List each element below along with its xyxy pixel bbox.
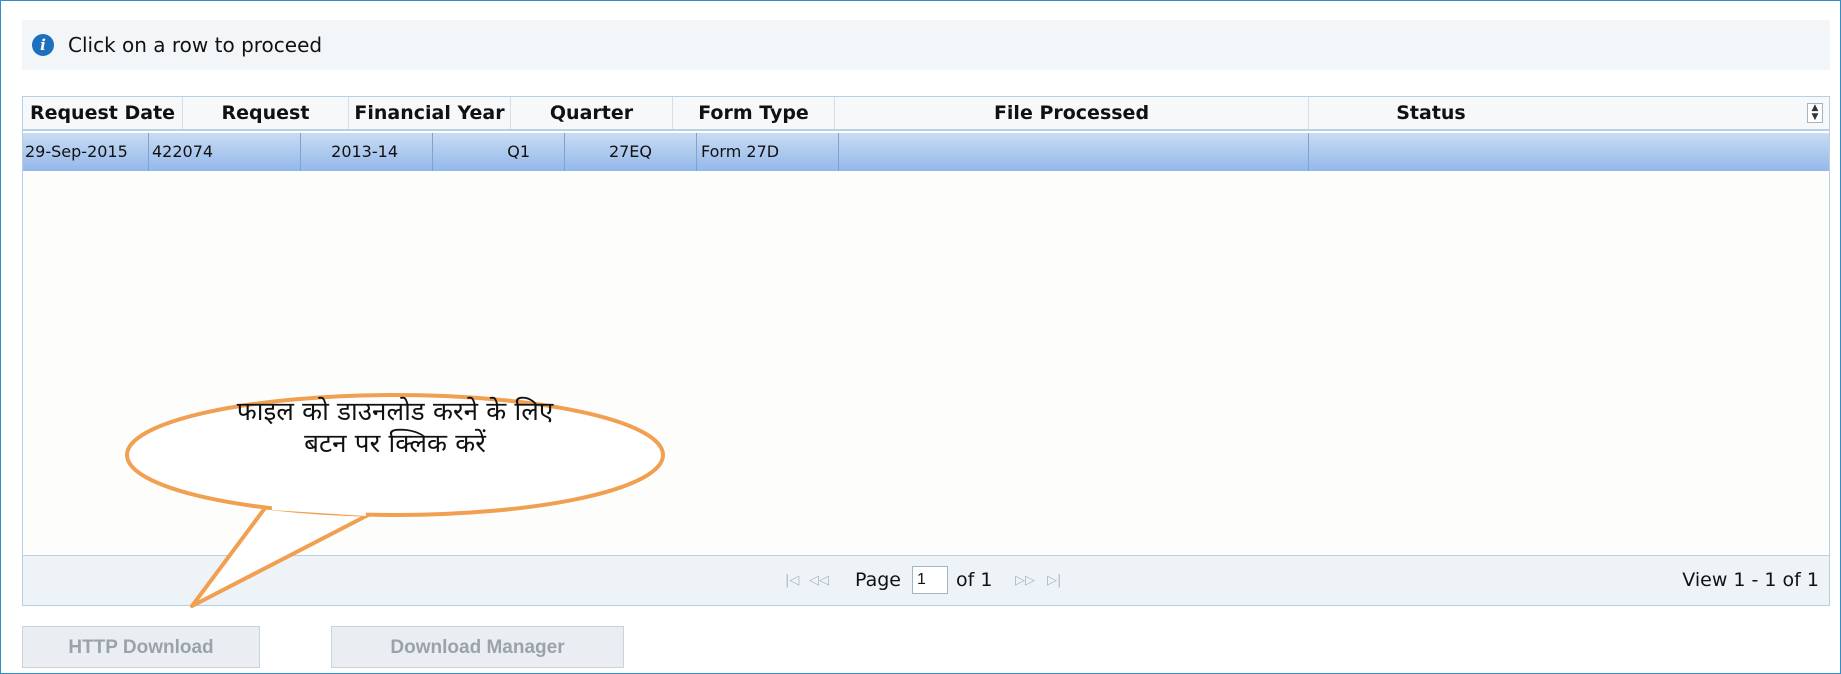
- callout-bubble: [125, 393, 665, 608]
- callout-text: फाइल को डाउनलोड करने के लिए बटन पर क्लिक…: [236, 397, 554, 459]
